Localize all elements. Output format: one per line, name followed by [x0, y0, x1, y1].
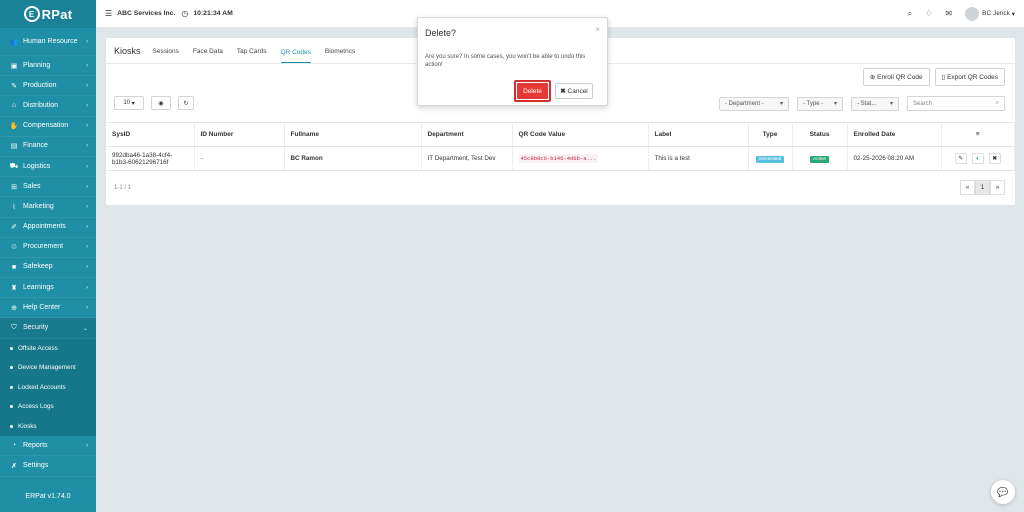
- cancel-button[interactable]: ✖ Cancel: [555, 83, 593, 99]
- dialog-title: Delete?: [425, 28, 457, 38]
- cancel-label: Cancel: [567, 87, 588, 95]
- chat-icon: 💬: [997, 486, 1009, 497]
- dialog-message: Are you sure? In some cases, you won't b…: [425, 54, 586, 68]
- chat-bubble-button[interactable]: 💬: [991, 480, 1015, 504]
- confirm-delete-label: Delete: [517, 83, 548, 99]
- close-icon: ✖: [560, 88, 566, 95]
- close-icon[interactable]: ×: [595, 25, 600, 34]
- confirm-delete-button[interactable]: Delete: [514, 80, 551, 102]
